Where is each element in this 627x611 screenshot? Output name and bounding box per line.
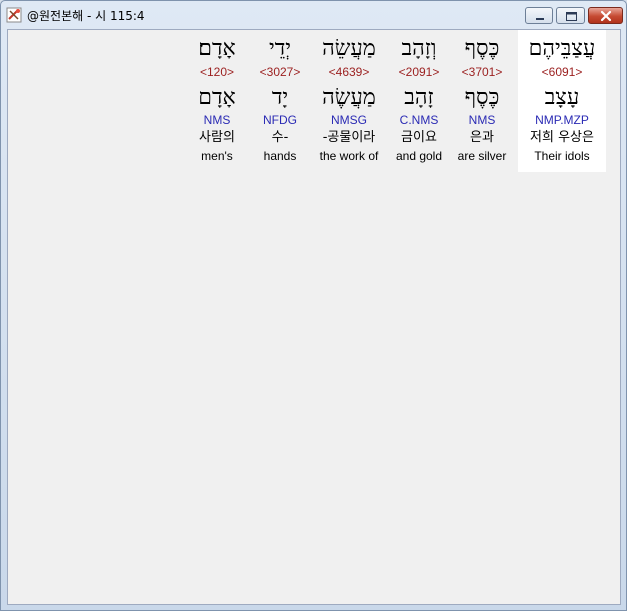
app-window: @원전본해 - 시 115:4 עֲצַבֵּיהֶם <6091> עָצָב… — [0, 0, 627, 611]
title-bar[interactable]: @원전본해 - 시 115:4 — [1, 1, 626, 29]
interlinear-panel: עֲצַבֵּיהֶם <6091> עָצָב NMP.MZP 저희 우상은 … — [7, 29, 621, 605]
morphology-code: NMS — [203, 113, 231, 127]
hebrew-lemma: עָצָב — [544, 85, 580, 110]
hebrew-word: אָדָם׃ — [198, 36, 236, 61]
minimize-icon — [536, 18, 544, 20]
app-icon — [6, 7, 22, 23]
maximize-icon — [566, 12, 577, 21]
english-gloss: Their idols — [534, 149, 590, 163]
minimize-button[interactable] — [525, 7, 553, 24]
close-icon — [600, 10, 612, 22]
strong-number[interactable]: <120> — [173, 65, 261, 79]
english-gloss: men's — [201, 149, 233, 163]
window-title: @원전본해 - 시 115:4 — [27, 9, 145, 23]
word-column[interactable]: עֲצַבֵּיהֶם <6091> עָצָב NMP.MZP 저희 우상은 … — [518, 30, 606, 172]
strong-number[interactable]: <6091> — [518, 65, 606, 79]
korean-gloss: 사람의 — [199, 130, 235, 145]
close-button[interactable] — [588, 7, 623, 24]
maximize-button[interactable] — [556, 7, 585, 24]
hebrew-word: עֲצַבֵּיהֶם — [528, 36, 596, 61]
hebrew-lemma: אָדָם — [198, 85, 236, 110]
morphology-code: NMP.MZP — [535, 113, 589, 127]
word-column[interactable]: אָדָם׃ <120> אָדָם NMS 사람의 men's — [173, 30, 261, 172]
korean-gloss: 저희 우상은 — [530, 130, 594, 145]
